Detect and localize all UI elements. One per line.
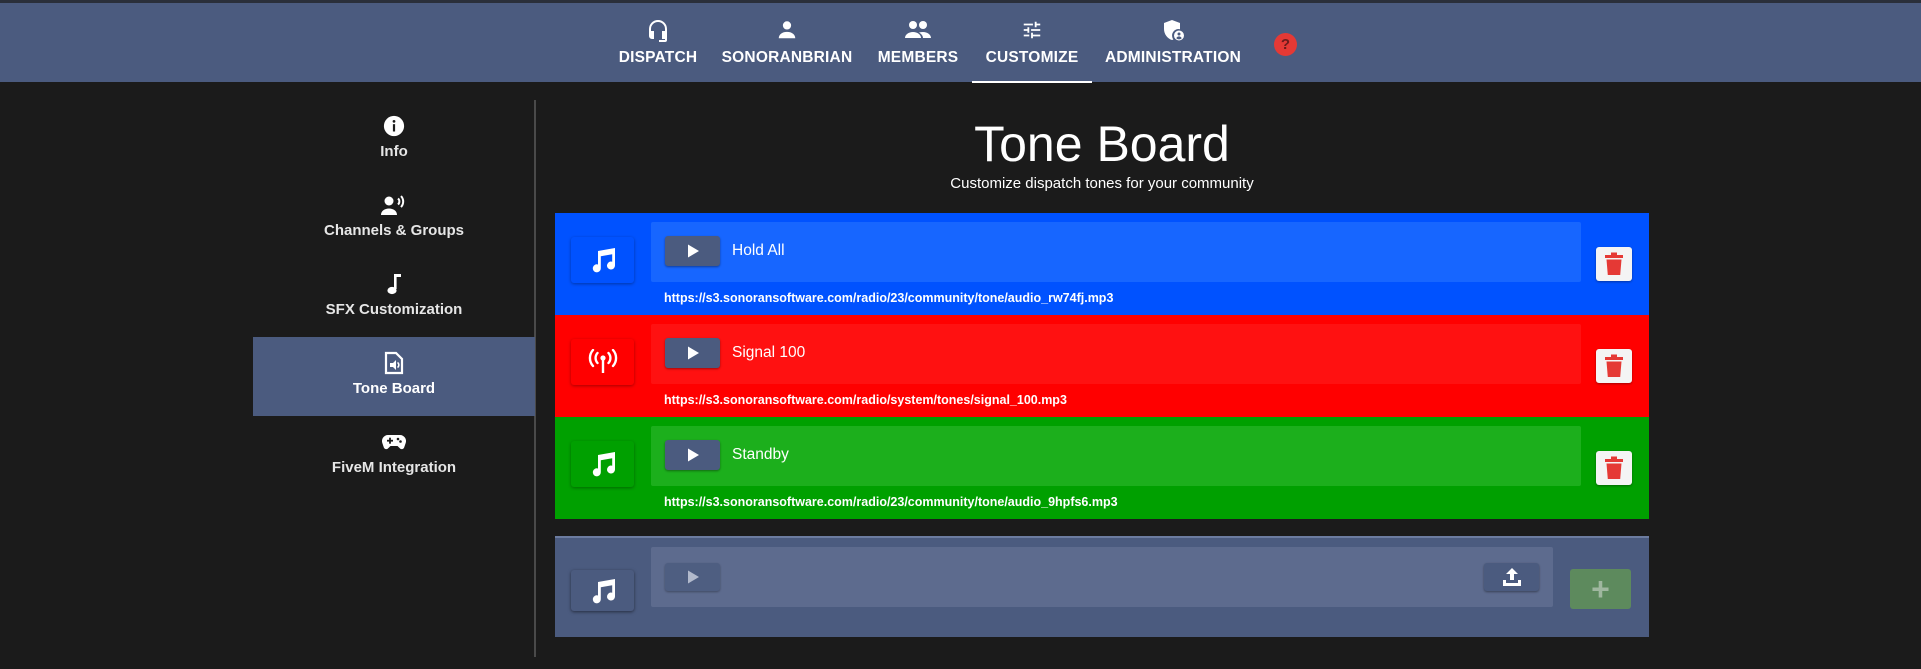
sidebar-item-sfx-customization[interactable]: SFX Customization [253, 258, 535, 337]
play-button[interactable] [665, 563, 720, 591]
play-icon [687, 448, 699, 462]
page-subtitle: Customize dispatch tones for your commun… [950, 175, 1254, 192]
people-icon [904, 17, 932, 43]
sidebar-item-label: Tone Board [352, 380, 436, 397]
music-notes-icon [592, 452, 615, 477]
trash-icon [1605, 354, 1623, 377]
trash-icon [1605, 456, 1623, 479]
play-icon [687, 244, 699, 258]
nav-sonoranbrian-label: SONORANBRIAN [721, 49, 853, 66]
admin-shield-icon [1161, 17, 1185, 43]
tone-name: Standby [732, 446, 789, 463]
nav-members[interactable]: MEMBERS [877, 3, 959, 82]
audio-file-icon [384, 351, 404, 375]
new-tone-player [651, 547, 1553, 607]
delete-button[interactable] [1596, 349, 1632, 383]
play-icon [687, 346, 699, 360]
nav-members-label: MEMBERS [877, 49, 959, 66]
person-icon [776, 17, 798, 43]
sidebar-item-fivem-integration[interactable]: FiveM Integration [253, 416, 535, 495]
trash-icon [1605, 252, 1623, 275]
tone-player: Signal 100 [651, 324, 1581, 384]
gamepad-icon [382, 430, 406, 454]
sidebar-item-label: SFX Customization [325, 301, 463, 318]
sidebar-item-tone-board[interactable]: Tone Board [253, 337, 535, 416]
play-button[interactable] [665, 338, 720, 368]
antenna-icon [588, 349, 617, 373]
top-nav-bar: DISPATCH SONORANBRIAN MEMBERS CUSTOMIZE … [0, 0, 1921, 83]
nav-sonoranbrian[interactable]: SONORANBRIAN [722, 3, 852, 82]
delete-button[interactable] [1596, 247, 1632, 281]
tone-player: Standby [651, 426, 1581, 486]
music-note-icon [385, 272, 403, 296]
nav-administration[interactable]: ADMINISTRATION [1105, 3, 1241, 82]
tone-row-signal-100: Signal 100 https://s3.sonoransoftware.co… [555, 315, 1649, 417]
tone-url: https://s3.sonoransoftware.com/radio/23/… [664, 291, 1114, 305]
nav-dispatch-label: DISPATCH [618, 49, 698, 66]
page-title: Tone Board [974, 116, 1230, 172]
upload-button[interactable] [1484, 563, 1539, 591]
tone-name: Signal 100 [732, 344, 806, 361]
sidebar: Info Channels & Groups SFX Customization… [253, 100, 536, 657]
tone-player: Hold All [651, 222, 1581, 282]
plus-icon: + [1591, 571, 1610, 607]
nav-dispatch[interactable]: DISPATCH [618, 3, 698, 82]
help-icon: ? [1280, 36, 1291, 53]
music-notes-icon [592, 248, 615, 273]
info-icon [383, 114, 405, 138]
tone-icon-button[interactable] [571, 237, 634, 283]
tone-row-hold-all: Hold All https://s3.sonoransoftware.com/… [555, 213, 1649, 315]
tone-icon-button[interactable] [571, 441, 634, 487]
sidebar-item-channels-groups[interactable]: Channels & Groups [253, 179, 535, 258]
sliders-icon [1021, 17, 1043, 43]
nav-administration-label: ADMINISTRATION [1105, 49, 1241, 66]
play-icon [687, 570, 699, 584]
new-tone-row: + [555, 536, 1649, 637]
sidebar-item-info[interactable]: Info [253, 100, 535, 179]
delete-button[interactable] [1596, 451, 1632, 485]
nav-menu: DISPATCH SONORANBRIAN MEMBERS CUSTOMIZE … [0, 3, 1921, 83]
nav-customize-label: CUSTOMIZE [985, 49, 1079, 66]
sidebar-item-label: Channels & Groups [323, 222, 465, 239]
upload-icon [1502, 568, 1521, 586]
music-notes-icon [592, 578, 615, 603]
tone-url: https://s3.sonoransoftware.com/radio/23/… [664, 495, 1118, 509]
play-button[interactable] [665, 236, 720, 266]
help-button[interactable]: ? [1274, 33, 1297, 56]
nav-customize[interactable]: CUSTOMIZE [972, 3, 1092, 83]
tone-row-standby: Standby https://s3.sonoransoftware.com/r… [555, 417, 1649, 519]
tone-name: Hold All [732, 242, 785, 259]
new-tone-icon-button[interactable] [571, 570, 634, 611]
add-tone-button[interactable]: + [1570, 569, 1631, 609]
sidebar-item-label: Info [380, 143, 408, 160]
play-button[interactable] [665, 440, 720, 470]
record-voice-icon [381, 193, 407, 217]
tone-url: https://s3.sonoransoftware.com/radio/sys… [664, 393, 1067, 407]
headset-icon [646, 17, 670, 43]
tone-icon-button[interactable] [571, 339, 634, 385]
sidebar-item-label: FiveM Integration [331, 459, 457, 476]
